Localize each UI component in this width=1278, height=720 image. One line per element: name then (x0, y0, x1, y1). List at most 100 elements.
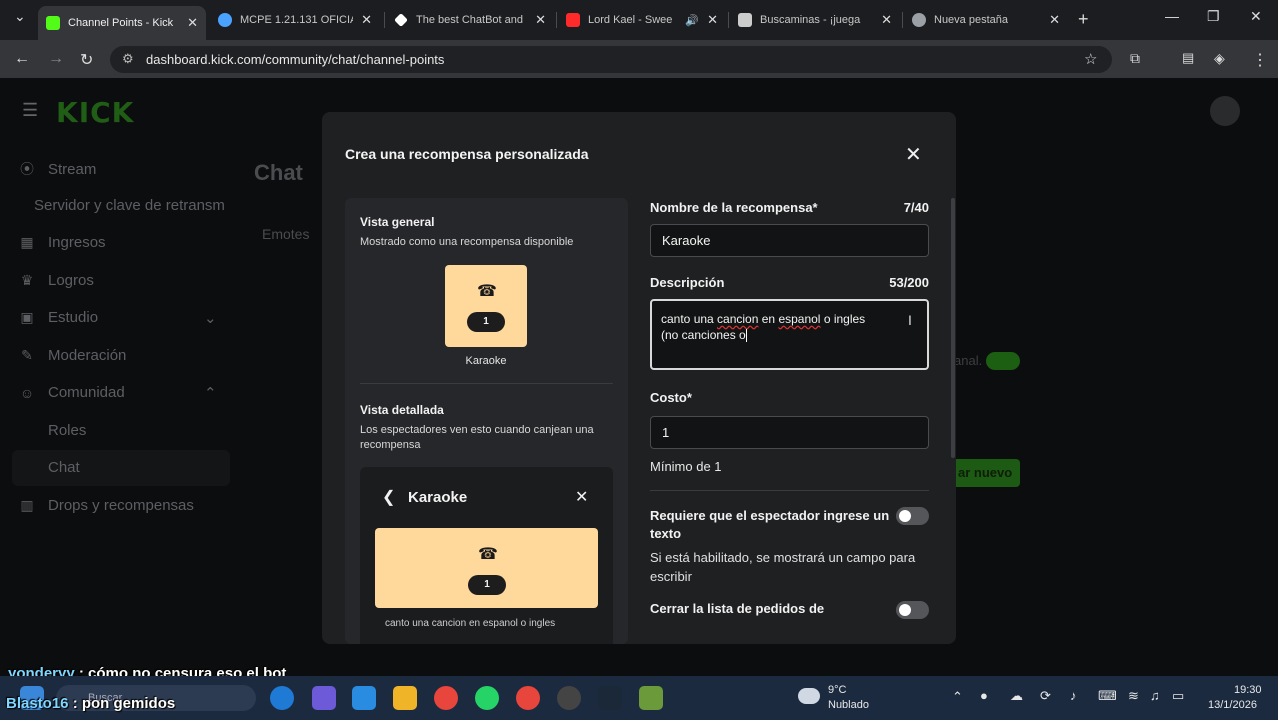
background-toggle[interactable] (986, 352, 1020, 370)
back-chevron-icon: ❮ (382, 489, 396, 506)
close-queue-label: Cerrar la lista de pedidos de (650, 601, 825, 616)
tab-chatbot[interactable]: The best ChatBot and ✕ (386, 6, 554, 34)
maximize-icon[interactable]: ❐ (1207, 8, 1220, 25)
window-close-icon[interactable]: ✕ (1250, 8, 1262, 25)
omnibox[interactable]: ⚙ dashboard.kick.com/community/chat/chan… (110, 46, 1112, 73)
sidebar-item-chat[interactable]: Chat (48, 459, 80, 476)
sidebar-item-server-key[interactable]: Servidor y clave de retransm (34, 197, 225, 214)
tab-search-icon[interactable]: ⌄ (14, 8, 26, 25)
create-new-button[interactable]: ar nuevo (950, 459, 1020, 487)
reward-name-label: Nombre de la recompensa* (650, 200, 818, 215)
profile-icon[interactable]: ◈ (1214, 50, 1225, 67)
file-explorer-icon[interactable] (393, 686, 417, 710)
back-icon[interactable]: ← (14, 50, 30, 68)
tab-new-tab[interactable]: Nueva pestaña ✕ (904, 6, 1068, 34)
close-tab-icon[interactable]: ✕ (1049, 12, 1060, 28)
clock-date[interactable]: 13/1/2026 (1208, 699, 1257, 711)
volume-icon[interactable]: ♫ (1150, 688, 1160, 703)
divider (650, 490, 929, 491)
reward-card-large: ☎ 1 (375, 528, 598, 608)
description-textarea[interactable]: canto una cancion en espanol o ingles (n… (650, 299, 929, 370)
mcpe-favicon-icon (218, 13, 232, 27)
sidebar-item-logros[interactable]: ♛ Logros (18, 272, 94, 289)
site-info-icon[interactable]: ⚙ (122, 51, 134, 67)
require-text-toggle[interactable] (896, 507, 929, 525)
close-tab-icon[interactable]: ✕ (881, 12, 892, 28)
sidebar-item-comunidad[interactable]: ☺ Comunidad ⌃ (18, 384, 217, 402)
tray-cloud-icon[interactable]: ☁ (1010, 688, 1023, 704)
close-queue-toggle[interactable] (896, 601, 929, 619)
obs-icon[interactable] (557, 686, 581, 710)
reward-name-counter: 7/40 (903, 200, 929, 215)
sidebar-item-estudio[interactable]: ▣ Estudio ⌄ (18, 309, 216, 327)
close-tab-icon[interactable]: ✕ (187, 15, 198, 31)
close-tab-icon[interactable]: ✕ (535, 12, 546, 28)
sidebar-item-stream[interactable]: ⦿ Stream (18, 159, 96, 179)
new-tab-icon[interactable]: + (1078, 9, 1089, 30)
reward-name-input[interactable]: Karaoke (650, 224, 929, 257)
detail-close-icon: ✕ (575, 489, 589, 506)
tray-chevron-icon[interactable]: ⌃ (952, 689, 963, 705)
tray-sync-icon[interactable]: ⟳ (1040, 688, 1051, 704)
forward-icon[interactable]: → (48, 50, 64, 68)
trophy-icon: ♛ (20, 272, 34, 288)
extensions-icon[interactable]: ⧉ (1130, 50, 1140, 67)
cost-pill-large: 1 (468, 575, 506, 595)
cast-icon[interactable]: ▤ (1182, 50, 1194, 66)
tab-channel-points[interactable]: Channel Points - Kick ✕ (38, 6, 206, 40)
tab-youtube[interactable]: Lord Kael - Swee 🔊 ✕ (558, 6, 726, 34)
sidebar-item-drops[interactable]: ▥ Drops y recompensas (18, 497, 194, 514)
ibeam-cursor-icon: I (908, 312, 912, 328)
minimize-icon[interactable]: — (1165, 8, 1179, 24)
tab-mcpe[interactable]: MCPE 1.21.131 OFICIA ✕ (210, 6, 380, 34)
description-counter: 53/200 (889, 275, 929, 290)
close-tab-icon[interactable]: ✕ (707, 12, 718, 28)
minecraft-icon[interactable] (639, 686, 663, 710)
close-tab-icon[interactable]: ✕ (361, 12, 372, 28)
require-text-description: Si está habilitado, se mostrará un campo… (650, 550, 916, 584)
wrench-icon: ✎ (21, 347, 33, 363)
wifi-icon[interactable]: ≋ (1128, 688, 1139, 704)
detail-reward-name: Karaoke (408, 489, 468, 506)
edge-icon[interactable] (270, 686, 294, 710)
cost-hint: Mínimo de 1 (650, 459, 722, 474)
reload-icon[interactable]: ↻ (80, 50, 93, 70)
sidebar-item-roles[interactable]: Roles (48, 422, 86, 439)
description-line-2: (no canciones o (661, 328, 747, 343)
battery-icon[interactable]: ▭ (1172, 688, 1184, 704)
bookmark-star-icon[interactable]: ☆ (1084, 50, 1097, 68)
cost-label: Costo* (650, 390, 692, 405)
microphone-icon[interactable]: ♪ (1070, 688, 1077, 703)
tab-buscaminas[interactable]: Buscaminas - ¡juega ✕ (730, 6, 900, 34)
kick-logo: KICK (56, 96, 135, 129)
sidebar-item-ingresos[interactable]: ▦ Ingresos (18, 234, 105, 251)
steam-icon[interactable] (598, 686, 622, 710)
youtube-favicon-icon (566, 13, 580, 27)
whatsapp-icon[interactable] (475, 686, 499, 710)
teams-icon[interactable] (312, 686, 336, 710)
chevron-down-icon: ⌄ (204, 309, 217, 327)
tab-emotes[interactable]: Emotes (262, 226, 309, 242)
keyboard-icon[interactable]: ⌨ (1098, 688, 1117, 704)
chrome-icon[interactable] (434, 686, 458, 710)
general-view-title: Vista general (360, 215, 435, 229)
buscaminas-favicon-icon (738, 13, 752, 27)
avatar[interactable] (1210, 96, 1240, 126)
cost-input[interactable]: 1 (650, 416, 929, 449)
chat-message: Blasto16 : pon gemidos (6, 695, 176, 712)
clock-time[interactable]: 19:30 (1234, 684, 1262, 696)
hamburger-icon[interactable]: ☰ (22, 100, 38, 121)
modal-scrollbar[interactable] (951, 198, 955, 458)
require-text-label: Requiere que el espectador ingrese un te… (650, 508, 890, 541)
tray-app-icon[interactable]: ● (980, 688, 988, 703)
sidebar-item-moderacion[interactable]: ✎ Moderación (18, 347, 126, 364)
chatbot-favicon-icon (394, 13, 408, 27)
money-icon: ▦ (20, 234, 34, 250)
chrome-active-icon[interactable] (516, 686, 540, 710)
store-icon[interactable] (352, 686, 376, 710)
menu-icon[interactable]: ⋮ (1252, 50, 1268, 70)
create-reward-modal: Crea una recompensa personalizada ✕ Vist… (322, 112, 956, 644)
close-icon[interactable]: ✕ (905, 142, 922, 167)
speaker-icon[interactable]: 🔊 (685, 14, 699, 27)
page-title: Chat (254, 160, 303, 185)
